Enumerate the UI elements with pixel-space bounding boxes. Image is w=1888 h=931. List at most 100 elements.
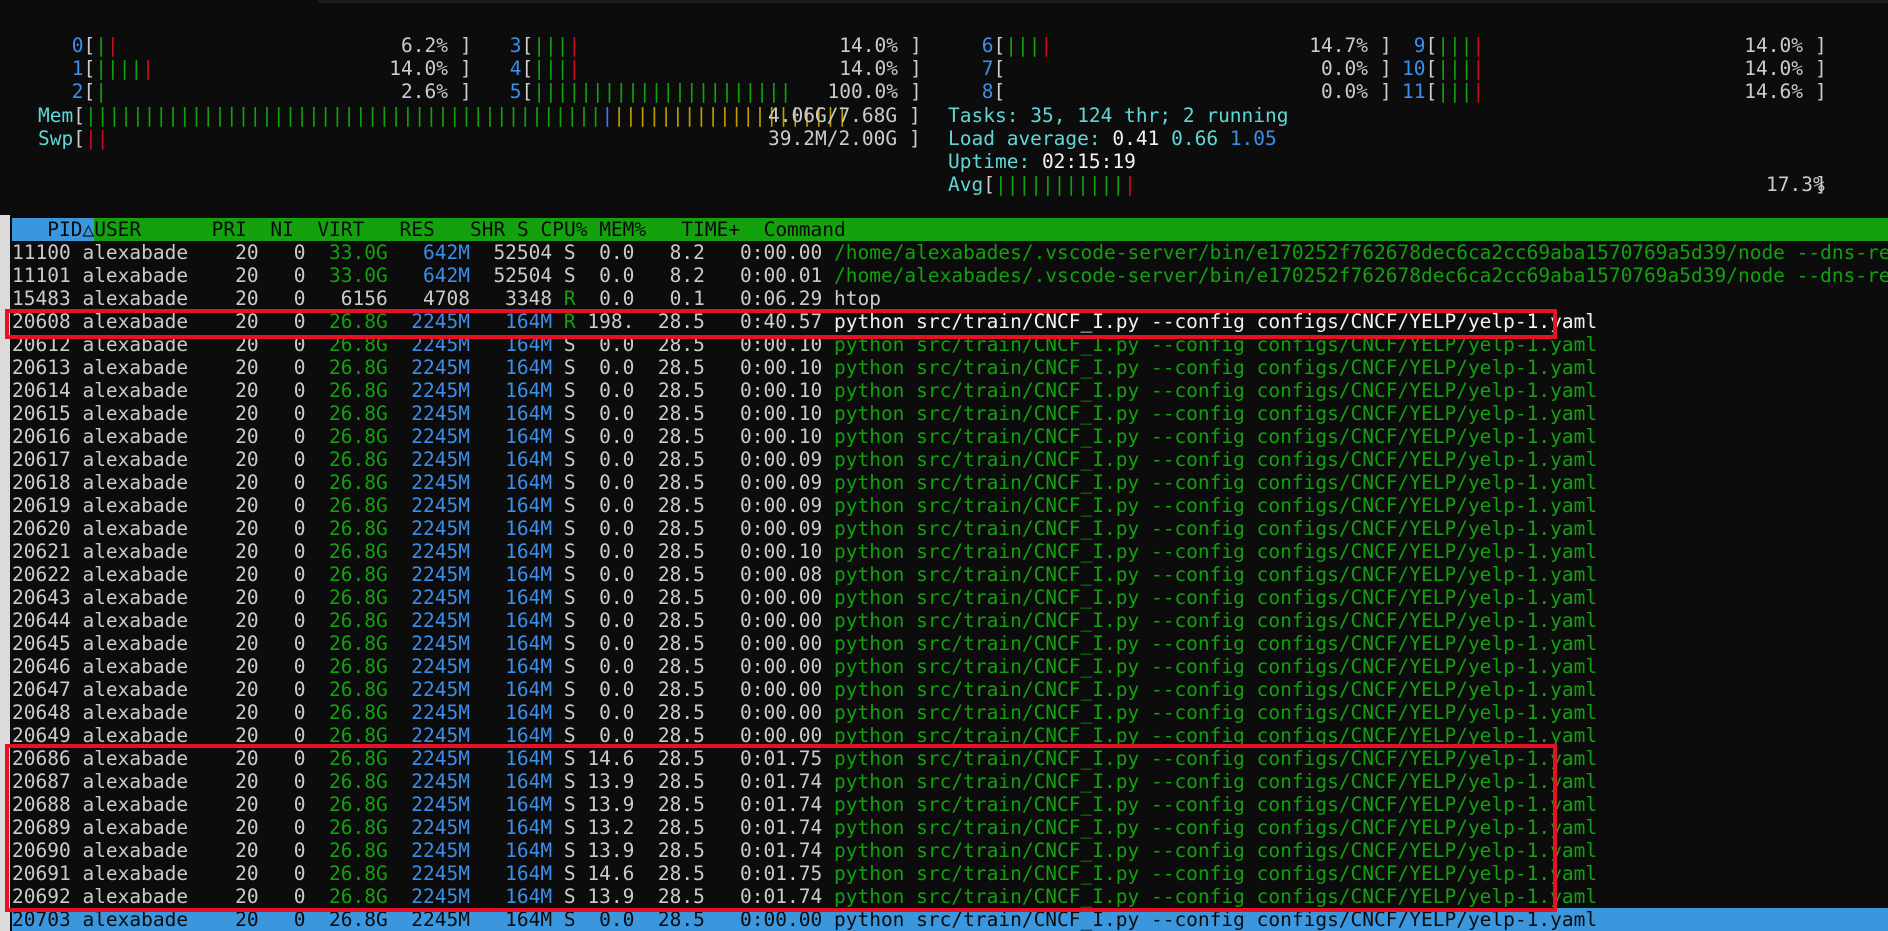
col-cpu[interactable]: CPU%	[540, 218, 587, 241]
swp-label: Swp	[38, 127, 74, 150]
cell-ni: 0	[282, 379, 306, 402]
cell-time: 0:00.10	[728, 356, 823, 379]
process-row[interactable]: 20615 alexabade 20 0 26.8G 2245M 164M S …	[12, 402, 1597, 425]
cell-cpu: 0.0	[587, 701, 635, 724]
cell-pid: 20617	[12, 448, 71, 471]
cell-shr: 164M	[481, 678, 553, 701]
cell-mem: 28.5	[646, 701, 705, 724]
cell-cpu: 0.0	[587, 425, 635, 448]
cell-shr: 52504	[481, 241, 553, 264]
col-time[interactable]: TIME+	[681, 218, 740, 241]
cell-ni: 0	[282, 517, 306, 540]
process-row[interactable]: 20645 alexabade 20 0 26.8G 2245M 164M S …	[12, 632, 1597, 655]
cell-user: alexabade	[82, 678, 189, 701]
col-res[interactable]: RES	[400, 218, 435, 241]
cell-cpu: 0.0	[587, 632, 635, 655]
cell-pri: 20	[235, 494, 259, 517]
cpu-id: 6	[970, 34, 994, 57]
process-row[interactable]: 11101 alexabade 20 0 33.0G 642M 52504 S …	[12, 264, 1888, 287]
cell-cpu: 0.0	[587, 609, 635, 632]
cpu-id: 4	[498, 57, 522, 80]
cell-pid: 20622	[12, 563, 71, 586]
process-row[interactable]: 20647 alexabade 20 0 26.8G 2245M 164M S …	[12, 678, 1597, 701]
col-pri[interactable]: PRI	[212, 218, 247, 241]
cell-pid: 20644	[12, 609, 71, 632]
cell-cpu: 0.0	[587, 448, 635, 471]
process-table-header[interactable]: PID△USER PRI NI VIRT RES SHR S CPU% MEM%…	[12, 218, 1888, 241]
process-row[interactable]: 20619 alexabade 20 0 26.8G 2245M 164M S …	[12, 494, 1597, 517]
col-user[interactable]: USER	[94, 218, 141, 241]
process-row[interactable]: 20616 alexabade 20 0 26.8G 2245M 164M S …	[12, 425, 1597, 448]
cell-cmd: /home/alexabades/.vscode-server/bin/e170…	[833, 241, 1888, 264]
cell-res: 2245M	[399, 632, 470, 655]
cell-ni: 0	[282, 609, 306, 632]
cell-ni: 0	[282, 402, 306, 425]
process-row[interactable]: 20646 alexabade 20 0 26.8G 2245M 164M S …	[12, 655, 1597, 678]
col-mem[interactable]: MEM%	[599, 218, 646, 241]
cell-mem: 28.5	[646, 494, 705, 517]
process-row[interactable]: 20613 alexabade 20 0 26.8G 2245M 164M S …	[12, 356, 1597, 379]
cell-cmd: python src/train/CNCF_I.py --config conf…	[833, 425, 1598, 448]
cpu-pct-5: 100.0%	[827, 80, 898, 103]
process-row[interactable]: 20648 alexabade 20 0 26.8G 2245M 164M S …	[12, 701, 1597, 724]
cell-res: 642M	[399, 264, 470, 287]
cell-pid: 20646	[12, 655, 71, 678]
cell-virt: 33.0G	[317, 241, 388, 264]
process-row[interactable]: 20618 alexabade 20 0 26.8G 2245M 164M S …	[12, 471, 1597, 494]
cell-cpu: 0.0	[587, 402, 635, 425]
cell-time: 0:00.09	[728, 471, 823, 494]
cell-time: 0:00.09	[728, 517, 823, 540]
cell-virt: 33.0G	[317, 264, 388, 287]
cell-s: S	[563, 540, 576, 563]
cell-time: 0:00.00	[728, 701, 823, 724]
cpu-id: 3	[498, 34, 522, 57]
process-row[interactable]: 20621 alexabade 20 0 26.8G 2245M 164M S …	[12, 540, 1597, 563]
cell-s: S	[563, 678, 576, 701]
cell-mem: 28.5	[646, 448, 705, 471]
process-row[interactable]: 20644 alexabade 20 0 26.8G 2245M 164M S …	[12, 609, 1597, 632]
cell-pid: 11101	[12, 264, 71, 287]
cpu-pct-0: 6.2%	[401, 34, 448, 57]
cell-cpu: 0.0	[587, 264, 635, 287]
cell-cpu: 0.0	[587, 471, 635, 494]
cell-cmd: python src/train/CNCF_I.py --config conf…	[833, 448, 1598, 471]
col-shr[interactable]: SHR	[470, 218, 505, 241]
cell-pri: 20	[235, 379, 259, 402]
cell-shr: 164M	[481, 701, 553, 724]
cell-virt: 26.8G	[317, 586, 388, 609]
cell-time: 0:00.00	[728, 678, 823, 701]
cell-s: S	[563, 655, 576, 678]
col-state[interactable]: S	[517, 218, 529, 241]
cell-shr: 164M	[481, 655, 553, 678]
process-row[interactable]: 20620 alexabade 20 0 26.8G 2245M 164M S …	[12, 517, 1597, 540]
cell-res: 2245M	[399, 402, 470, 425]
cell-virt: 26.8G	[317, 448, 388, 471]
cpu-meter-7: 7[	[970, 57, 1006, 80]
process-row[interactable]: 20643 alexabade 20 0 26.8G 2245M 164M S …	[12, 586, 1597, 609]
cpu-meter-5: 5[||||||||||||||||||||||	[498, 80, 792, 103]
cell-time: 0:00.08	[728, 563, 823, 586]
process-row[interactable]: 20622 alexabade 20 0 26.8G 2245M 164M S …	[12, 563, 1597, 586]
cell-s: S	[563, 494, 576, 517]
cpu-id: 7	[970, 57, 994, 80]
cell-virt: 26.8G	[317, 540, 388, 563]
cell-pri: 20	[235, 264, 259, 287]
process-row[interactable]: 20614 alexabade 20 0 26.8G 2245M 164M S …	[12, 379, 1597, 402]
mem-meter: Mem[||||||||||||||||||||||||||||||||||||…	[38, 104, 849, 127]
col-ni[interactable]: NI	[270, 218, 293, 241]
col-command[interactable]: Command	[764, 218, 846, 241]
cell-user: alexabade	[82, 402, 189, 425]
process-row[interactable]: 20617 alexabade 20 0 26.8G 2245M 164M S …	[12, 448, 1597, 471]
cpu-meter-8: 8[	[970, 80, 1006, 103]
cell-ni: 0	[282, 655, 306, 678]
cell-s: S	[563, 425, 576, 448]
process-row[interactable]: 15483 alexabade 20 0 6156 4708 3348 R 0.…	[12, 287, 881, 310]
cell-ni: 0	[282, 264, 306, 287]
cell-pri: 20	[235, 678, 259, 701]
cpu-meter-4: 4[||||	[498, 57, 581, 80]
cell-time: 0:00.10	[728, 379, 823, 402]
col-pid[interactable]: PID△	[12, 218, 95, 241]
process-row[interactable]: 11100 alexabade 20 0 33.0G 642M 52504 S …	[12, 241, 1888, 264]
col-virt[interactable]: VIRT	[317, 218, 364, 241]
cell-res: 4708	[399, 287, 470, 310]
